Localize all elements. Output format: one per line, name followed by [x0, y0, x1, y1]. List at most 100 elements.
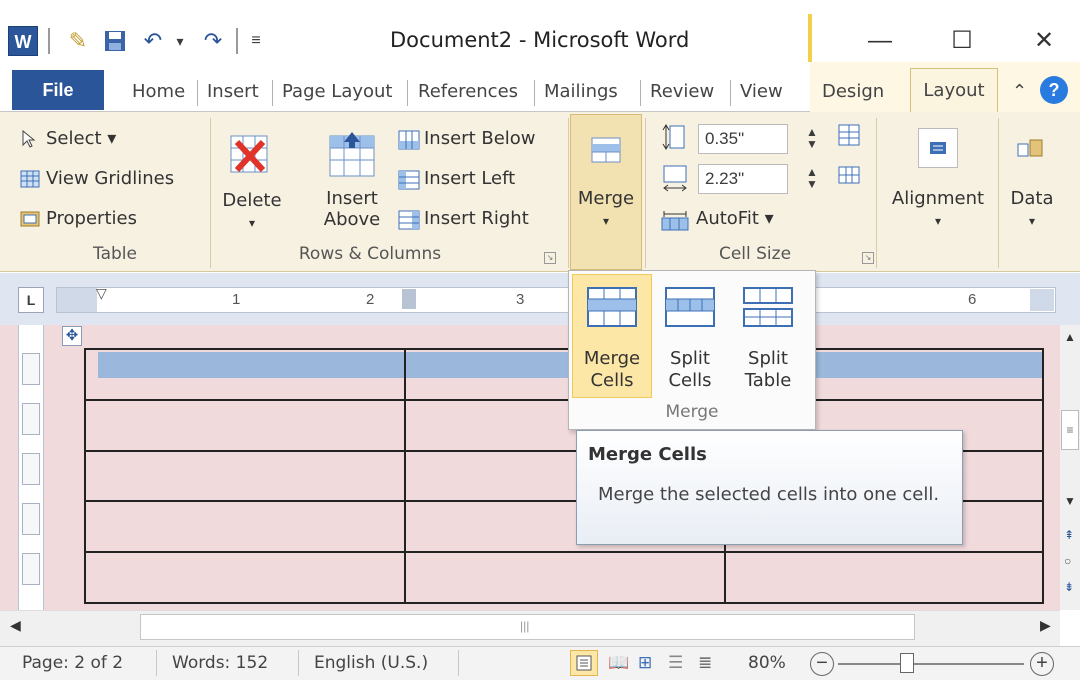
split-table-icon[interactable] [740, 284, 796, 330]
undo-dropdown-icon[interactable]: ▾ [172, 26, 188, 56]
column-width-spinner[interactable]: ▲ ▼ [806, 166, 818, 190]
tab-view[interactable]: View [740, 74, 783, 110]
customize-qat-icon[interactable]: ≡ [246, 26, 266, 56]
tab-layout[interactable]: Layout [910, 68, 998, 114]
tab-review[interactable]: Review [650, 74, 714, 110]
select-browse-object-icon[interactable]: ○ [1064, 554, 1071, 568]
full-screen-reading-icon[interactable]: 📖 [608, 653, 629, 673]
rows-columns-launcher-icon[interactable]: ↘ [544, 252, 556, 264]
insert-left-button[interactable]: Insert Left [398, 168, 515, 190]
tab-design[interactable]: Design [822, 74, 884, 110]
table-cell[interactable] [84, 398, 406, 452]
column-width-input[interactable]: 2.23" [698, 164, 788, 194]
cell-size-launcher-icon[interactable]: ↘ [862, 252, 874, 264]
merge-icon[interactable] [588, 132, 624, 168]
minimize-ribbon-icon[interactable]: ⌃ [1012, 74, 1027, 110]
horizontal-ruler[interactable] [56, 287, 1056, 313]
view-gridlines-button[interactable]: View Gridlines [20, 168, 174, 189]
distribute-rows-icon[interactable] [836, 122, 862, 148]
close-button[interactable]: ✕ [1016, 22, 1072, 60]
word-count[interactable]: Words: 152 [172, 653, 268, 673]
scroll-down-icon[interactable]: ▼ [1064, 494, 1076, 508]
group-label-cell-size: Cell Size [718, 244, 792, 264]
customize-brush-icon[interactable]: ✎ [60, 26, 96, 56]
merge-cells-icon[interactable] [584, 284, 640, 330]
scroll-left-icon[interactable]: ◀ [10, 617, 21, 634]
table-cell[interactable] [84, 449, 406, 503]
table-properties-icon [20, 210, 40, 228]
split-cells-icon[interactable] [662, 284, 718, 330]
column-width-icon [662, 164, 688, 194]
table-cell[interactable] [84, 551, 406, 604]
split-cells-button[interactable]: Split Cells [654, 348, 726, 392]
alignment-button[interactable]: Alignment ▾ [882, 188, 994, 232]
zoom-in-icon[interactable]: + [1030, 652, 1054, 676]
insert-above-button[interactable]: Insert Above [318, 188, 386, 230]
maximize-button[interactable]: ☐ [934, 22, 990, 60]
help-icon[interactable]: ? [1040, 76, 1068, 104]
table-cell[interactable] [84, 348, 406, 401]
next-page-icon[interactable]: ⇟ [1064, 580, 1074, 594]
ruler-number: 6 [968, 291, 977, 308]
language-indicator[interactable]: English (U.S.) [314, 653, 428, 673]
insert-below-button[interactable]: Insert Below [398, 128, 536, 150]
merge-cells-label[interactable]: Merge Cells [572, 348, 652, 392]
ruler-indent-marker[interactable]: ▽ [96, 285, 107, 302]
delete-table-icon[interactable] [225, 132, 275, 178]
tab-references[interactable]: References [418, 74, 518, 110]
insert-above-icon[interactable] [324, 130, 380, 180]
save-icon[interactable] [100, 26, 130, 56]
draft-view-icon[interactable]: ≣ [698, 653, 712, 673]
page-count[interactable]: Page: 2 of 2 [22, 653, 123, 673]
word-app-icon[interactable]: W [8, 26, 38, 56]
ruler-margin-left [57, 288, 97, 312]
tab-file[interactable]: File [12, 70, 104, 110]
tab-home[interactable]: Home [132, 74, 185, 110]
tab-page-layout[interactable]: Page Layout [282, 74, 393, 110]
group-separator [645, 118, 646, 268]
zoom-out-icon[interactable]: − [810, 652, 834, 676]
autofit-icon [660, 210, 690, 231]
redo-icon[interactable]: ↷ [198, 26, 228, 56]
select-button[interactable]: Select ▾ [20, 128, 116, 149]
tab-selector-button[interactable]: L [18, 287, 44, 313]
zoom-slider-thumb[interactable] [900, 653, 914, 673]
tooltip-title: Merge Cells [588, 444, 707, 465]
ruler-column-marker[interactable] [402, 289, 416, 309]
group-separator [876, 118, 877, 268]
tooltip-body: Merge the selected cells into one cell. [598, 484, 940, 505]
delete-button[interactable]: Delete ▾ [222, 190, 282, 234]
insert-left-icon [398, 170, 420, 190]
group-separator [210, 118, 211, 268]
row-height-input[interactable]: 0.35" [698, 124, 788, 154]
table-cell[interactable] [84, 500, 406, 554]
alignment-icon[interactable] [918, 128, 958, 168]
undo-icon[interactable]: ↶ [138, 26, 168, 56]
properties-button[interactable]: Properties [20, 208, 137, 229]
vertical-ruler-row [22, 403, 40, 435]
tab-insert[interactable]: Insert [207, 74, 259, 110]
table-cell[interactable] [404, 551, 726, 604]
table-cell[interactable] [724, 551, 1044, 604]
merge-button[interactable]: Merge ▾ [574, 188, 638, 232]
zoom-slider-track[interactable] [838, 663, 1024, 665]
table-move-handle-icon[interactable]: ✥ [62, 326, 82, 346]
distribute-columns-icon[interactable] [836, 162, 862, 188]
outline-view-icon[interactable]: ☰ [668, 653, 683, 673]
web-layout-icon[interactable]: ⊞ [638, 653, 652, 673]
row-height-spinner[interactable]: ▲ ▼ [806, 126, 818, 150]
data-button[interactable]: Data ▾ [1004, 188, 1060, 232]
status-separator [458, 650, 459, 676]
insert-right-button[interactable]: Insert Right [398, 208, 529, 230]
data-icon[interactable] [1014, 132, 1048, 166]
split-table-button[interactable]: Split Table [732, 348, 804, 392]
print-layout-view-icon[interactable] [570, 650, 598, 676]
zoom-level[interactable]: 80% [748, 653, 786, 673]
autofit-button[interactable]: AutoFit ▾ [660, 208, 774, 231]
minimize-button[interactable]: — [852, 22, 908, 60]
scroll-up-icon[interactable]: ▲ [1064, 330, 1076, 344]
previous-page-icon[interactable]: ⇞ [1064, 528, 1074, 542]
scroll-right-icon[interactable]: ▶ [1040, 617, 1051, 634]
tab-mailings[interactable]: Mailings [544, 74, 618, 110]
vertical-scroll-thumb[interactable]: ≡ [1061, 410, 1079, 450]
